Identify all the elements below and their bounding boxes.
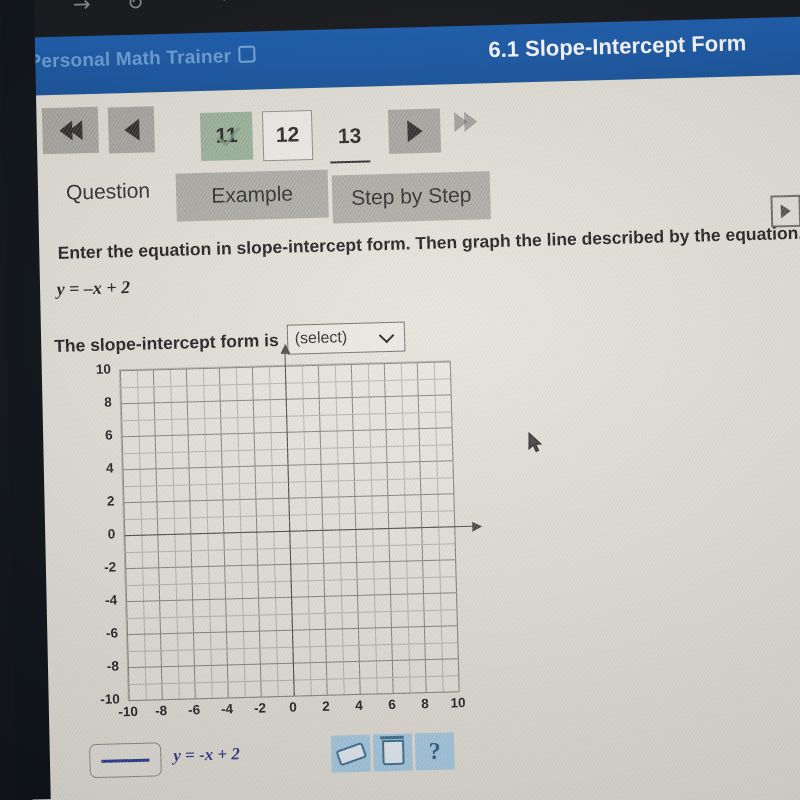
first-page-button[interactable]	[41, 106, 99, 155]
page-number-12[interactable]: 12	[261, 109, 314, 162]
triangle-left-icon	[123, 118, 140, 142]
reload-icon[interactable]: ↻	[127, 0, 144, 15]
arrow-right-icon[interactable]: →	[73, 0, 91, 16]
y-axis-tick-label: -2	[103, 559, 117, 575]
app-brand[interactable]: Personal Math Trainer	[28, 45, 256, 73]
help-button[interactable]: ?	[414, 732, 455, 771]
x-axis-tick-label: 0	[289, 699, 298, 715]
line-icon	[101, 758, 150, 763]
x-axis-tick-label: 10	[450, 695, 466, 711]
chevron-down-icon	[378, 327, 394, 344]
x-axis-tick-label: -4	[220, 701, 234, 717]
y-axis-tick-label: 2	[106, 493, 115, 509]
plot-area[interactable]	[118, 343, 483, 702]
page-number-label: 12	[275, 123, 300, 147]
y-axis-tick-label: 10	[95, 361, 112, 377]
x-axis-tick-label: 2	[322, 698, 330, 714]
y-axis	[284, 351, 296, 696]
line-tool-button[interactable]	[88, 742, 162, 779]
tab-question[interactable]: Question	[38, 171, 179, 215]
question-equation: y = –x + 2	[56, 276, 131, 299]
x-axis-tick-label: 8	[421, 696, 429, 712]
y-axis-tick-label: -8	[106, 658, 120, 674]
screenshot-root: ‹ → ↻ my.hrw.com/wwtb/api/viewer.pl Pers…	[0, 0, 800, 800]
y-axis-tick-label: 0	[107, 526, 116, 542]
x-axis-tick-label: -6	[187, 702, 201, 718]
graph-toolbar: y = -x + 2 ?	[61, 724, 482, 795]
page-title: 6.1 Slope-Intercept Form	[488, 30, 747, 63]
tab-example[interactable]: Example	[175, 169, 329, 222]
x-axis-tick-label: -2	[253, 700, 267, 716]
question-prompt: Enter the equation in slope-intercept fo…	[57, 222, 800, 263]
selector-label: The slope-intercept form is	[53, 329, 280, 356]
x-axis-tick-label: 4	[355, 697, 363, 714]
eraser-button[interactable]	[330, 734, 371, 773]
select-value: (select)	[294, 329, 348, 348]
external-link-icon[interactable]	[237, 45, 256, 63]
next-question-button[interactable]	[387, 108, 442, 154]
tab-label: Example	[211, 182, 294, 208]
url-host: my.hrw.com	[206, 0, 307, 2]
line-equation-label: y = -x + 2	[173, 744, 241, 765]
coordinate-graph[interactable]: 10 8 6 4 2 0 -2 -4 -6 -8 -10 -10 -8 -6 -4 -2 0 2 4 6 8 10	[51, 343, 483, 743]
slope-intercept-select[interactable]: (select)	[286, 321, 406, 355]
question-mark-icon: ?	[428, 738, 442, 765]
y-axis-tick-label: -6	[105, 625, 119, 641]
double-left-icon	[58, 120, 83, 141]
device-screen: ‹ → ↻ my.hrw.com/wwtb/api/viewer.pl Pers…	[0, 0, 800, 800]
tab-label: Question	[65, 179, 151, 205]
trash-button[interactable]	[372, 733, 413, 772]
triangle-right-icon	[406, 120, 423, 143]
tab-label: Step by Step	[350, 183, 472, 210]
trash-icon	[381, 739, 405, 766]
question-page: 11 12 13 Question Example Step by Step E…	[13, 74, 800, 800]
y-axis-tick-label: -4	[104, 592, 118, 608]
y-axis-arrow	[279, 343, 291, 354]
x-axis-tick-label: -10	[118, 703, 139, 720]
x-axis	[124, 525, 477, 537]
y-axis-tick-label: 4	[105, 460, 114, 476]
tab-step-by-step[interactable]: Step by Step	[331, 171, 491, 224]
last-page-button[interactable]	[454, 111, 478, 133]
double-right-icon	[454, 111, 478, 133]
previous-question-button[interactable]	[107, 106, 155, 154]
eraser-icon	[334, 741, 367, 766]
y-axis-tick-label: 8	[104, 394, 112, 410]
x-axis-arrow	[472, 521, 483, 532]
x-axis-tick-label: 6	[388, 696, 396, 713]
app-brand-label: Personal Math Trainer	[28, 46, 232, 73]
x-axis-tick-label: -8	[154, 703, 168, 719]
page-number-label: 13	[337, 124, 362, 149]
address-bar[interactable]: my.hrw.com/wwtb/api/viewer.pl	[206, 0, 468, 3]
page-number-13[interactable]: 13	[325, 116, 374, 157]
y-axis-tick-label: 6	[104, 427, 113, 443]
page-number-11[interactable]: 11	[199, 111, 254, 161]
